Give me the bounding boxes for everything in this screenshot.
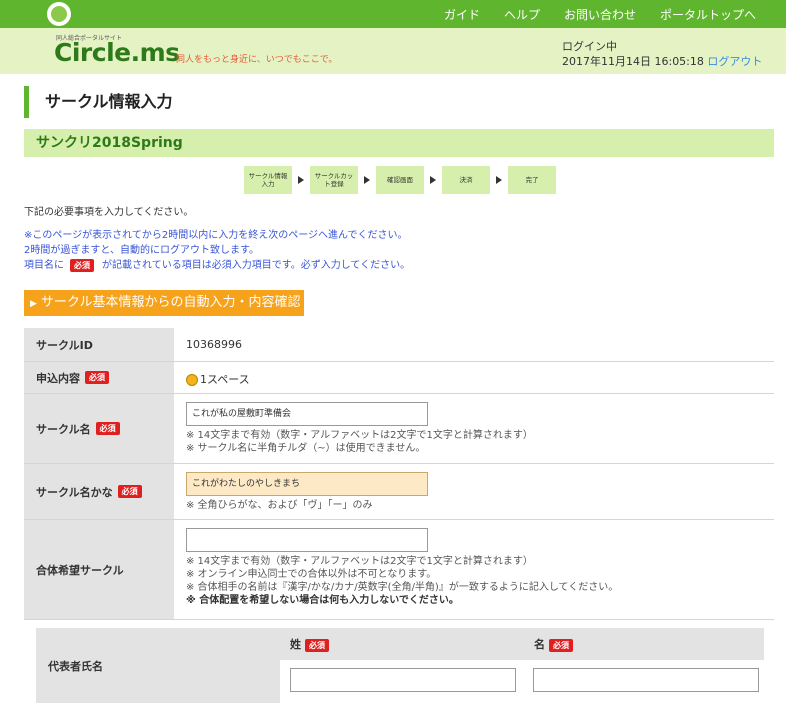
- row-circle-name: サークル名 必須 これが私の屋敷町準備会 ※ 14文字まで有効（数字・アルファベッ…: [24, 394, 774, 464]
- circle-kana-value-cell: これがわたしのやしきまち ※ 全角ひらがな、および「ヴ」「ー」のみ: [186, 472, 428, 512]
- step-payment: 決済: [442, 166, 490, 194]
- step-arrow-icon: [364, 176, 370, 184]
- step-arrow-icon: [430, 176, 436, 184]
- rep-mei-label-text: 名: [534, 638, 545, 651]
- row-circle-kana: サークル名かな 必須 これがわたしのやしきまち ※ 全角ひらがな、および「ヴ」「ー…: [24, 464, 774, 520]
- progress-steps: サークル情報入力 サークルカット登録 確認画面 決済 完了: [244, 166, 556, 194]
- logout-link[interactable]: ログアウト: [707, 55, 762, 68]
- note-time-limit: ※このページが表示されてから2時間以内に入力を終え次のページへ進んでください。: [24, 230, 408, 241]
- merge-hint-online: ※ オンライン申込同士での合体以外は不可となります。: [186, 569, 437, 580]
- intro-text: 下記の必要事項を入力してください。: [24, 207, 194, 218]
- nav-portal-top-link[interactable]: ポータルトップへ: [660, 6, 756, 23]
- step-arrow-icon: [298, 176, 304, 184]
- merge-circle-label-text: 合体希望サークル: [36, 563, 124, 577]
- step-arrow-icon: [496, 176, 502, 184]
- circle-kana-hint: ※ 全角ひらがな、および「ヴ」「ー」のみ: [186, 500, 373, 511]
- nav-guide-link[interactable]: ガイド: [444, 6, 480, 23]
- rep-name-label: 代表者氏名: [36, 628, 280, 703]
- rep-mei-label: 名必須: [534, 636, 573, 652]
- row-apply: 申込内容 必須 1スペース: [24, 362, 774, 394]
- apply-label: 申込内容 必須: [24, 362, 174, 393]
- required-badge: 必須: [549, 639, 573, 652]
- brand-logo[interactable]: Circle.ms: [54, 38, 180, 67]
- note-required-pre: 項目名に: [24, 260, 64, 271]
- step-confirm: 確認画面: [376, 166, 424, 194]
- top-nav-bar: ガイド ヘルプ お問い合わせ ポータルトップへ: [0, 0, 786, 28]
- circle-id-value-cell: 10368996: [186, 338, 242, 351]
- auto-fill-button[interactable]: ▶ サークル基本情報からの自動入力・内容確認: [24, 290, 304, 316]
- page-title: サークル情報入力: [24, 86, 173, 118]
- circle-name-label: サークル名 必須: [24, 394, 174, 463]
- merge-hint-length: ※ 14文字まで有効（数字・アルファベットは2文字で1文字と計算されます）: [186, 556, 533, 567]
- step-complete: 完了: [508, 166, 556, 194]
- circle-kana-label-text: サークル名かな: [36, 485, 113, 499]
- radio-one-space[interactable]: [186, 374, 198, 386]
- notes-block: ※このページが表示されてから2時間以内に入力を終え次のページへ進んでください。 …: [24, 228, 410, 273]
- triangle-right-icon: ▶: [30, 299, 37, 309]
- note-required-post: が記載されている項目は必須入力項目です。必ず入力してください。: [102, 260, 411, 271]
- required-badge: 必須: [117, 485, 142, 498]
- rep-mei-input[interactable]: [533, 668, 759, 692]
- apply-label-text: 申込内容: [36, 371, 80, 385]
- merge-circle-label: 合体希望サークル: [24, 520, 174, 619]
- required-badge: 必須: [95, 422, 120, 435]
- circle-name-hint-length: ※ 14文字まで有効（数字・アルファベットは2文字で1文字と計算されます）: [186, 430, 533, 441]
- circle-kana-label: サークル名かな 必須: [24, 464, 174, 519]
- circle-name-input[interactable]: これが私の屋敷町準備会: [186, 402, 428, 426]
- step-circle-cut: サークルカット登録: [310, 166, 358, 194]
- step-circle-info: サークル情報入力: [244, 166, 292, 194]
- circle-name-label-text: サークル名: [36, 422, 91, 436]
- row-merge-circle: 合体希望サークル ※ 14文字まで有効（数字・アルファベットは2文字で1文字と計…: [24, 520, 774, 620]
- rep-sei-input[interactable]: [290, 668, 516, 692]
- required-badge: 必須: [70, 259, 94, 272]
- rep-name-head-band: [280, 628, 764, 660]
- site-header: 同人総合ポータルサイト Circle.ms 同人をもっと身近に、いつでもここで。…: [0, 28, 786, 74]
- required-badge: 必須: [85, 371, 109, 384]
- circle-id-value: 10368996: [186, 338, 242, 351]
- circle-name-value-cell: これが私の屋敷町準備会 ※ 14文字まで有効（数字・アルファベットは2文字で1文…: [186, 402, 533, 455]
- merge-hint-name-match: ※ 合体相手の名前は『漢字/かな/カナ/英数字(全角/半角)』が一致するように記…: [186, 582, 619, 593]
- required-badge: 必須: [305, 639, 329, 652]
- circle-name-hint-tilde: ※ サークル名に半角チルダ（~）は使用できません。: [186, 443, 426, 454]
- circle-kana-input[interactable]: これがわたしのやしきまち: [186, 472, 428, 496]
- rep-sei-label-text: 姓: [290, 638, 301, 651]
- circle-logo-icon[interactable]: [47, 2, 71, 26]
- auto-fill-label: サークル基本情報からの自動入力・内容確認: [40, 295, 301, 310]
- note-required: 項目名に 必須 が記載されている項目は必須入力項目です。必ず入力してください。: [24, 258, 410, 273]
- note-auto-logout: 2時間が過ぎますと、自動的にログアウト致します。: [24, 245, 259, 256]
- login-timestamp: 2017年11月14日 16:05:18: [562, 55, 704, 68]
- login-timestamp-row: 2017年11月14日 16:05:18 ログアウト: [562, 53, 762, 69]
- nav-contact-link[interactable]: お問い合わせ: [564, 6, 636, 23]
- login-status: ログイン中: [562, 40, 617, 53]
- row-circle-id: サークルID 10368996: [24, 328, 774, 362]
- rep-sei-label: 姓必須: [290, 636, 329, 652]
- brand-tagline: 同人をもっと身近に、いつでもここで。: [176, 55, 338, 65]
- merge-circle-input[interactable]: [186, 528, 428, 552]
- row-representative-name: 代表者氏名 姓必須 名必須: [36, 628, 764, 703]
- nav-help-link[interactable]: ヘルプ: [504, 6, 540, 23]
- nav-links: ガイド ヘルプ お問い合わせ ポータルトップへ: [444, 0, 756, 28]
- circle-id-label-text: サークルID: [36, 338, 93, 352]
- merge-circle-value-cell: ※ 14文字まで有効（数字・アルファベットは2文字で1文字と計算されます） ※ …: [186, 528, 618, 607]
- radio-one-space-label[interactable]: 1スペース: [200, 373, 250, 386]
- merge-hint-empty: ※ 合体配置を希望しない場合は何も入力しないでください。: [186, 595, 459, 606]
- event-name: サンクリ2018Spring: [24, 129, 774, 157]
- apply-value-cell: 1スペース: [186, 371, 250, 387]
- circle-id-label: サークルID: [24, 328, 174, 361]
